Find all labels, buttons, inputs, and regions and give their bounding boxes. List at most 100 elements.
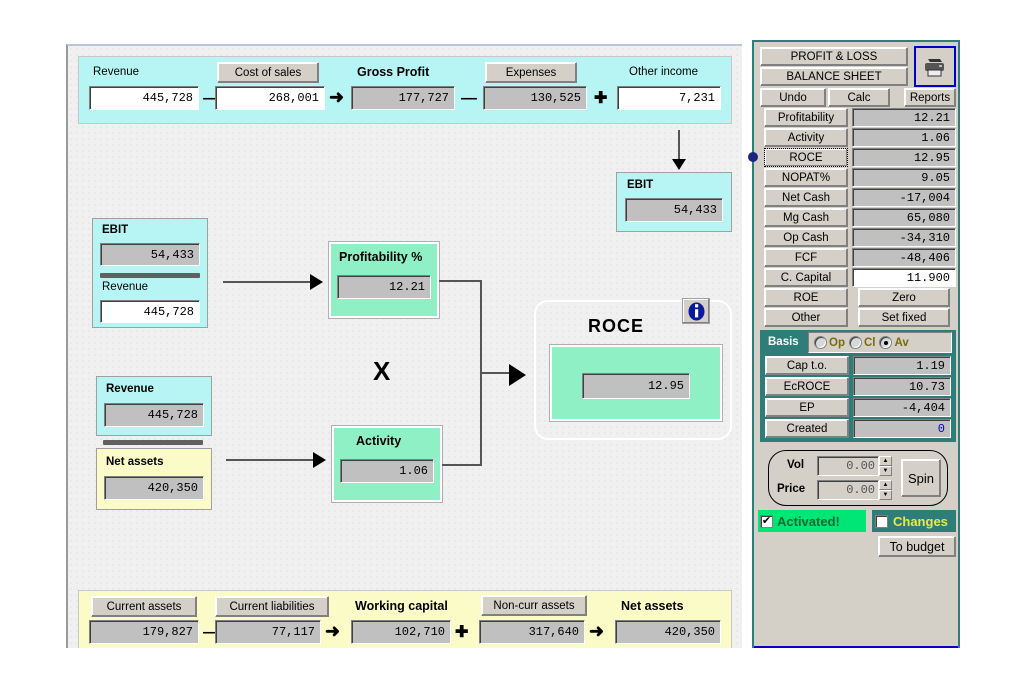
to-budget-button[interactable]: To budget: [878, 536, 956, 557]
activity-fraction-bar: [103, 440, 203, 445]
metric-value-8[interactable]: 11.900: [852, 268, 956, 287]
roce-result-box: 12.95: [550, 345, 722, 421]
metric-button-1[interactable]: Activity: [764, 128, 848, 147]
basis-row-label-3[interactable]: Created: [765, 419, 849, 438]
bottom-operator-3: ➜: [589, 621, 604, 642]
basis-radio-op-label: Op: [829, 337, 845, 349]
activated-checkbox[interactable]: ✔: [760, 515, 773, 528]
reports-button[interactable]: Reports: [904, 88, 956, 107]
metric-button-0[interactable]: Profitability: [764, 108, 848, 127]
spinner-down-0[interactable]: ▼: [879, 466, 892, 476]
metric-button-7[interactable]: FCF: [764, 248, 848, 267]
spinner-up-1[interactable]: ▲: [879, 480, 892, 490]
application-window: Revenue 445,728 — Cost of sales 268,001 …: [0, 0, 1024, 700]
basis-radio-av[interactable]: [879, 336, 892, 349]
changes-toggle[interactable]: Changes: [872, 510, 956, 532]
bottom-label-1[interactable]: Current liabilities: [215, 596, 329, 617]
top-label-2: Gross Profit: [357, 65, 429, 79]
bottom-operator-1: ➜: [325, 621, 340, 642]
top-label-1[interactable]: Cost of sales: [217, 62, 319, 83]
activated-label: Activated!: [777, 514, 840, 529]
metric-button-6[interactable]: Op Cash: [764, 228, 848, 247]
top-value-3[interactable]: 130,525: [483, 86, 587, 110]
metric-value-1[interactable]: 1.06: [852, 128, 956, 147]
bottom-value-4[interactable]: 420,350: [615, 620, 721, 644]
arrow-roce-head: [509, 364, 526, 386]
sidebar-statement-0[interactable]: PROFIT & LOSS: [760, 47, 908, 66]
metric-value-3[interactable]: 9.05: [852, 168, 956, 187]
bottom-value-2[interactable]: 102,710: [351, 620, 451, 644]
bottom-value-1[interactable]: 77,117: [215, 620, 321, 644]
multiply-symbol: X: [373, 356, 390, 387]
metric-value-0[interactable]: 12.21: [852, 108, 956, 127]
sidebar-statement-1[interactable]: BALANCE SHEET: [760, 67, 908, 86]
basis-row-label-0[interactable]: Cap t.o.: [765, 356, 849, 375]
spinner-stepper-1[interactable]: ▲ ▼: [879, 480, 892, 500]
spinner-group: Vol 0.00 ▲ ▼ Price 0.00 ▲ ▼ Spin: [768, 450, 948, 506]
basis-label: Basis: [768, 336, 799, 348]
profitability-result-value[interactable]: 12.21: [337, 275, 431, 299]
metric-value-7[interactable]: -48,406: [852, 248, 956, 267]
activity-result-label: Activity: [356, 434, 401, 448]
set-fixed-button[interactable]: Set fixed: [858, 308, 950, 327]
bottom-label-4: Net assets: [621, 599, 684, 613]
activity-result-value[interactable]: 1.06: [340, 459, 434, 483]
basis-row-value-1[interactable]: 10.73: [853, 377, 951, 396]
zero-button[interactable]: Zero: [858, 288, 950, 307]
other-button[interactable]: Other: [764, 308, 848, 327]
basis-radio-cl[interactable]: [849, 336, 862, 349]
metric-button-5[interactable]: Mg Cash: [764, 208, 848, 227]
metric-value-6[interactable]: -34,310: [852, 228, 956, 247]
bottom-label-3[interactable]: Non-curr assets: [481, 595, 587, 616]
arrow-activity-line: [226, 459, 314, 461]
calc-button[interactable]: Calc: [828, 88, 890, 107]
roe-button[interactable]: ROE: [764, 288, 848, 307]
changes-checkbox[interactable]: [875, 515, 888, 528]
top-value-1[interactable]: 268,001: [215, 86, 325, 110]
basis-row-label-1[interactable]: EcROCE: [765, 377, 849, 396]
activated-toggle[interactable]: ✔ Activated!: [758, 510, 866, 532]
bottom-value-0[interactable]: 179,827: [89, 620, 199, 644]
spin-button[interactable]: Spin: [901, 459, 941, 497]
profitability-numerator-value[interactable]: 54,433: [100, 243, 200, 266]
bottom-label-0[interactable]: Current assets: [91, 596, 197, 617]
basis-row-label-2[interactable]: EP: [765, 398, 849, 417]
top-value-0[interactable]: 445,728: [89, 86, 199, 110]
profit-loss-band: Revenue 445,728 — Cost of sales 268,001 …: [78, 56, 732, 124]
metric-button-2[interactable]: ROCE: [764, 148, 848, 167]
spinner-value-1[interactable]: 0.00: [817, 480, 879, 500]
spinner-down-1[interactable]: ▼: [879, 490, 892, 500]
activity-denominator-label: Net assets: [106, 456, 164, 468]
spinner-up-0[interactable]: ▲: [879, 456, 892, 466]
ebit-summary-value[interactable]: 54,433: [625, 198, 723, 222]
basis-row-value-0[interactable]: 1.19: [853, 356, 951, 375]
metric-value-2[interactable]: 12.95: [852, 148, 956, 167]
profitability-denominator-value[interactable]: 445,728: [100, 300, 200, 323]
basis-radio-op[interactable]: [814, 336, 827, 349]
metric-button-3[interactable]: NOPAT%: [764, 168, 848, 187]
activity-numerator-value[interactable]: 445,728: [104, 403, 204, 427]
undo-button[interactable]: Undo: [760, 88, 826, 107]
top-value-2[interactable]: 177,727: [351, 86, 455, 110]
top-label-3[interactable]: Expenses: [485, 62, 577, 83]
metric-value-5[interactable]: 65,080: [852, 208, 956, 227]
metric-value-4[interactable]: -17,004: [852, 188, 956, 207]
basis-row-value-2[interactable]: -4,404: [853, 398, 951, 417]
arrow-profitability-line: [223, 281, 311, 283]
metric-button-8[interactable]: C. Capital: [764, 268, 848, 287]
top-operator-3: ✚: [594, 88, 607, 108]
info-icon-glyph: [688, 302, 705, 321]
activity-denominator-box: Net assets 420,350: [96, 448, 212, 510]
profitability-numerator-label: EBIT: [102, 224, 128, 236]
profitability-result-label: Profitability %: [339, 250, 422, 264]
print-button[interactable]: [914, 46, 956, 87]
metric-button-4[interactable]: Net Cash: [764, 188, 848, 207]
roce-value[interactable]: 12.95: [582, 373, 690, 399]
spinner-value-0[interactable]: 0.00: [817, 456, 879, 476]
bottom-value-3[interactable]: 317,640: [479, 620, 585, 644]
top-value-4[interactable]: 7,231: [617, 86, 721, 110]
info-icon[interactable]: [682, 298, 710, 324]
activity-denominator-value[interactable]: 420,350: [104, 476, 204, 500]
basis-row-value-3[interactable]: 0: [853, 419, 951, 438]
spinner-stepper-0[interactable]: ▲ ▼: [879, 456, 892, 476]
